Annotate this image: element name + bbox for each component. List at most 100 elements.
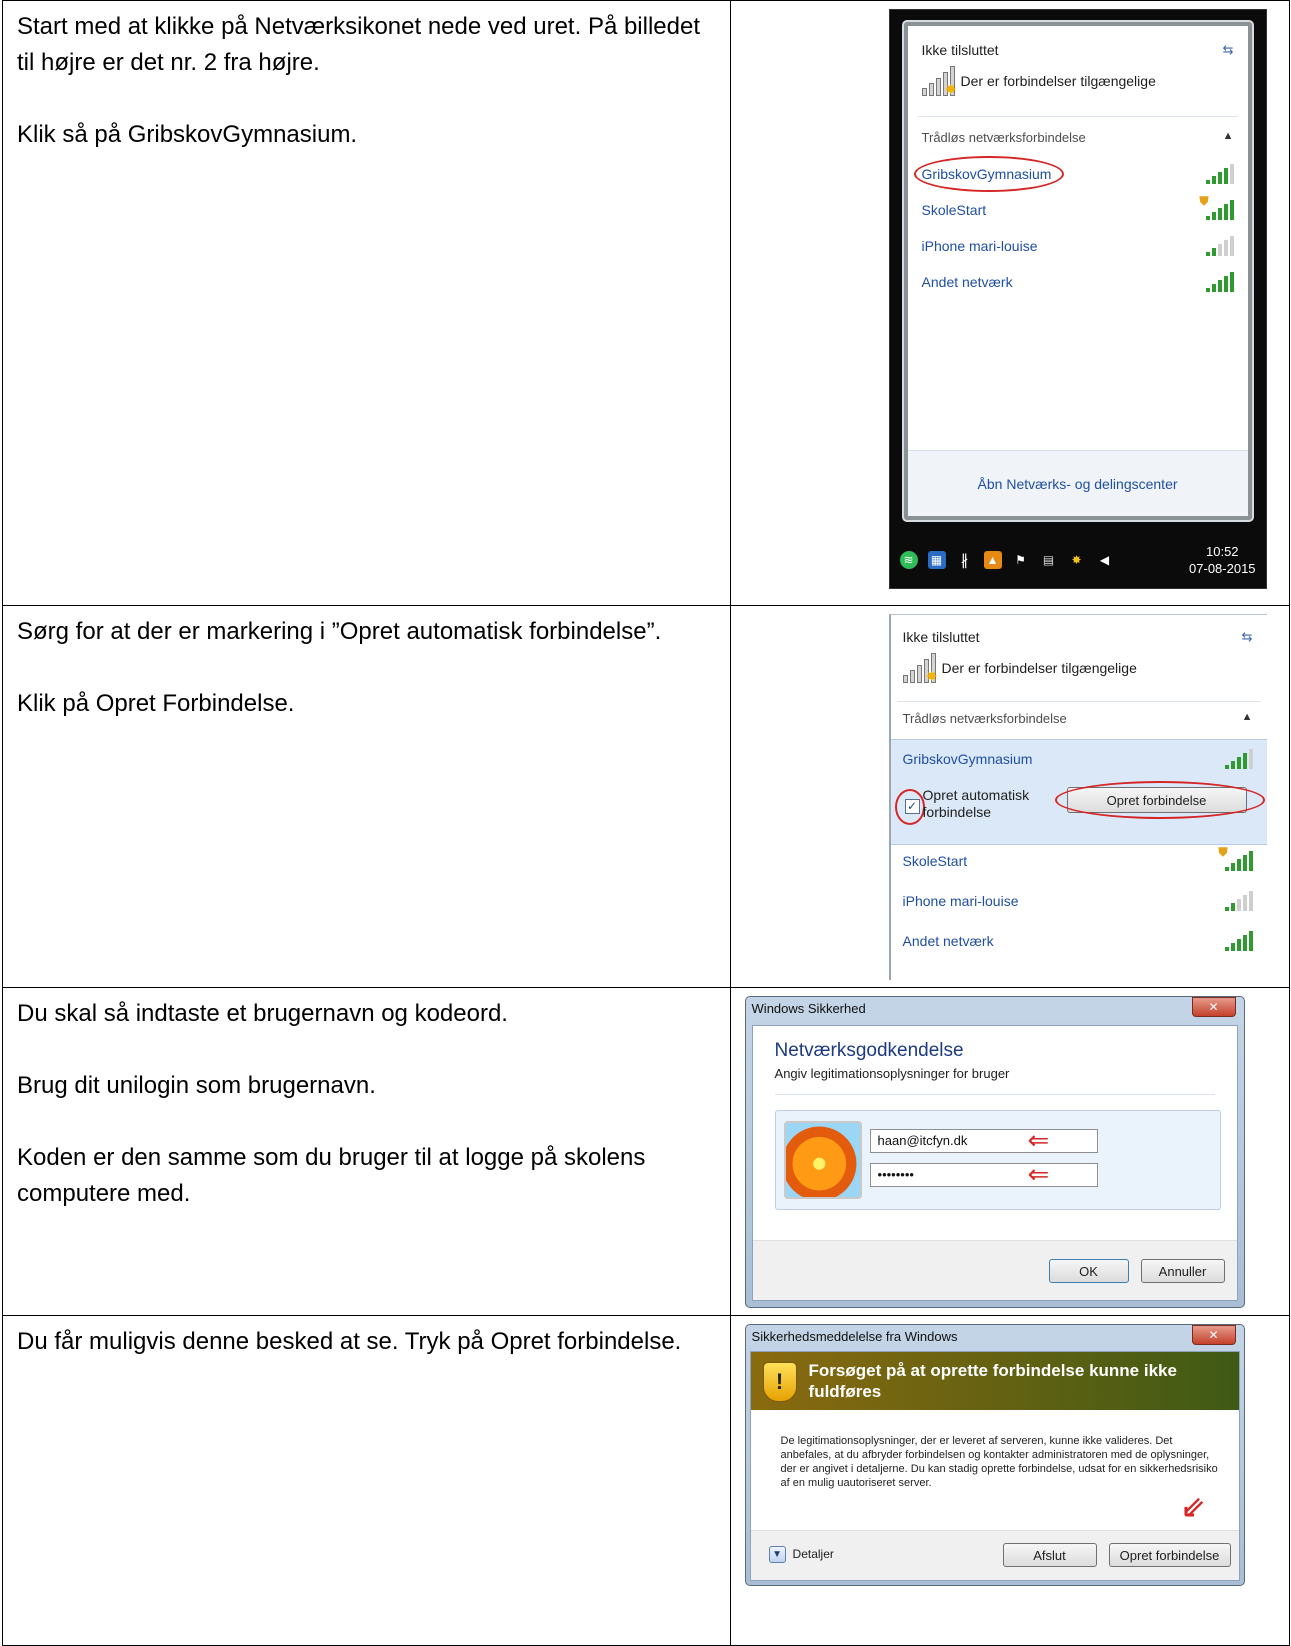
device-icon[interactable]: ▤ <box>1040 551 1058 569</box>
step-2-paragraph: Sørg for at der er markering i ”Opret au… <box>17 618 662 645</box>
action-center-flag-icon[interactable]: ⚑ <box>1012 551 1030 569</box>
cancel-button[interactable]: Annuller <box>1140 1259 1225 1283</box>
signal-strength-icon <box>1205 164 1234 184</box>
step-3-screenshot-cell: Windows Sikkerhed ✕ Netværksgodkendelse … <box>729 987 1291 1316</box>
step-2-paragraph <box>17 650 716 686</box>
refresh-network-icon[interactable]: ⇆ <box>1223 42 1234 58</box>
red-arrow-icon: ⇐ <box>1027 1125 1050 1155</box>
signal-strength-icon <box>1224 931 1253 951</box>
ok-button[interactable]: OK <box>1048 1259 1129 1283</box>
connect-anyway-button[interactable]: Opret forbindelse <box>1108 1543 1231 1567</box>
step-3-paragraph <box>17 1104 716 1140</box>
step-2-paragraph: Klik på Opret Forbindelse. <box>17 690 295 717</box>
highlight-circle <box>894 789 925 825</box>
warning-shield-icon: ! <box>762 1362 797 1402</box>
close-icon[interactable]: ✕ <box>1191 1325 1236 1345</box>
step-3-text: Du skal så indtaste et brugernavn og kod… <box>2 987 731 1316</box>
highlight-circle <box>913 156 1064 192</box>
step-3-paragraph: Brug dit unilogin som brugernavn. <box>17 1072 376 1099</box>
signal-strength-icon <box>1205 272 1234 292</box>
chevron-down-icon[interactable]: ▼ <box>768 1546 786 1563</box>
divider <box>896 701 1261 702</box>
exit-button[interactable]: Afslut <box>1002 1543 1097 1567</box>
step-1-paragraph: Start med at klikke på Netværksikonet ne… <box>17 13 701 76</box>
step-row-3: Du skal så indtaste et brugernavn og kod… <box>2 987 1291 1316</box>
flyout-window: Ikke tilsluttet ⇆ ✸ Der er forbindelser … <box>901 20 1254 522</box>
connect-panel-screenshot: Ikke tilsluttet ⇆ ✸ Der er forbindelser … <box>888 614 1267 980</box>
warning-heading: Forsøget på at oprette forbindelse kunne… <box>808 1361 1177 1401</box>
chevron-up-icon[interactable]: ▲ <box>1223 130 1234 142</box>
divider <box>917 116 1238 117</box>
taskbar: ≋ ▦ ∦ ▲ ⚑ ▤ ✸ ◀ 10:52 07-08-2015 <box>890 532 1266 588</box>
open-network-center-link[interactable]: Åbn Netværks- og delingscenter <box>978 476 1178 492</box>
instruction-table: Start med at klikke på Netværksikonet ne… <box>2 0 1291 1646</box>
secured-signal-icon: ⛊ <box>1200 194 1234 220</box>
security-icon[interactable]: ▲ <box>983 551 1002 569</box>
bluetooth-icon[interactable]: ∦ <box>956 551 974 569</box>
auto-connect-label: Opret automatisk forbindelse <box>922 787 1030 820</box>
step-3-paragraph <box>17 1032 716 1068</box>
wireless-section-header[interactable]: Trådløs netværksforbindelse ▲ <box>903 711 1253 726</box>
clock[interactable]: 10:52 07-08-2015 <box>1189 543 1256 577</box>
credential-tile: haan@itcfyn.dk ⇐ •••••••• ⇐ <box>774 1110 1221 1210</box>
details-label[interactable]: Detaljer <box>793 1547 834 1561</box>
available-connections: ✸ Der er forbindelser tilgængelige <box>921 66 1156 97</box>
step-row-1: Start med at klikke på Netværksikonet ne… <box>2 0 1291 606</box>
step-2-screenshot-cell: Ikke tilsluttet ⇆ ✸ Der er forbindelser … <box>729 605 1291 988</box>
wireless-section-label: Trådløs netværksforbindelse <box>921 130 1086 145</box>
step-row-4: Du får muligvis denne besked at se. Tryk… <box>2 1315 1291 1646</box>
dialog-button-row: OK Annuller <box>752 1240 1237 1300</box>
dialog-subtitle: Angiv legitimationsoplysninger for bruge… <box>774 1066 1010 1081</box>
step-1-text: Start med at klikke på Netværksikonet ne… <box>2 0 731 606</box>
step-4-screenshot-cell: Sikkerhedsmeddelelse fra Windows ✕ ! For… <box>729 1315 1291 1646</box>
network-flyout-screenshot: Ikke tilsluttet ⇆ ✸ Der er forbindelser … <box>888 9 1267 589</box>
signal-strength-icon <box>1224 749 1253 769</box>
network-status-icon: ✸ <box>921 66 957 97</box>
flyout-panel: Ikke tilsluttet ⇆ ✸ Der er forbindelser … <box>907 26 1248 516</box>
network-other[interactable]: Andet netværk <box>922 274 1013 290</box>
username-field[interactable]: haan@itcfyn.dk <box>869 1129 1098 1153</box>
network-gribskovgymnasium[interactable]: GribskovGymnasium <box>903 751 1033 767</box>
dialog-title: Netværksgodkendelse <box>774 1040 964 1061</box>
network-skolestart[interactable]: SkoleStart <box>903 853 968 869</box>
step-3-paragraph: Koden er den samme som du bruger til at … <box>17 1144 646 1207</box>
credentials-dialog-screenshot: Windows Sikkerhed ✕ Netværksgodkendelse … <box>744 996 1245 1308</box>
red-arrow-icon: ⇙ <box>1180 1491 1206 1524</box>
clock-time: 10:52 <box>1206 544 1239 559</box>
close-icon[interactable]: ✕ <box>1191 997 1236 1017</box>
wireless-section-header[interactable]: Trådløs netværksforbindelse ▲ <box>922 130 1234 145</box>
warning-banner: ! Forsøget på at oprette forbindelse kun… <box>750 1352 1239 1410</box>
signal-strength-icon <box>1224 891 1253 911</box>
dialog-window-title: Windows Sikkerhed <box>751 1001 866 1016</box>
shield-warning-icon: ⛊ <box>1199 194 1209 208</box>
shield-warning-icon: ⛊ <box>1218 845 1228 859</box>
network-tray-icon[interactable]: ✸ <box>1068 551 1086 569</box>
connection-status: Ikke tilsluttet <box>902 629 980 645</box>
app-tray-icon[interactable]: ▦ <box>927 551 946 569</box>
user-avatar-icon <box>783 1121 862 1199</box>
highlight-circle <box>1054 781 1265 819</box>
volume-icon[interactable]: ◀ <box>1096 551 1114 569</box>
refresh-network-icon[interactable]: ⇆ <box>1242 629 1253 645</box>
warning-message: De legitimationsoplysninger, der er leve… <box>780 1435 1218 1489</box>
available-connections-label: Der er forbindelser tilgængelige <box>941 660 1137 676</box>
spotify-icon[interactable]: ≋ <box>899 551 918 569</box>
available-connections-label: Der er forbindelser tilgængelige <box>960 73 1156 89</box>
network-iphone[interactable]: iPhone mari-louise <box>922 238 1038 254</box>
clock-date: 07-08-2015 <box>1189 561 1256 576</box>
network-iphone[interactable]: iPhone mari-louise <box>903 893 1019 909</box>
network-other[interactable]: Andet netværk <box>903 933 994 949</box>
network-status-icon: ✸ <box>902 653 938 684</box>
dialog-window-title: Sikkerhedsmeddelelse fra Windows <box>751 1329 958 1344</box>
network-skolestart[interactable]: SkoleStart <box>922 202 987 218</box>
dialog-body: Netværksgodkendelse Angiv legitimationso… <box>751 1025 1238 1301</box>
dialog-button-row: ▼ Detaljer Afslut Opret forbindelse <box>750 1530 1239 1580</box>
wireless-section-label: Trådløs netværksforbindelse <box>902 711 1067 726</box>
available-connections: ✸ Der er forbindelser tilgængelige <box>902 653 1137 684</box>
flyout-footer: Åbn Netværks- og delingscenter <box>907 450 1248 516</box>
password-field[interactable]: •••••••• <box>869 1163 1098 1187</box>
step-1-paragraph <box>17 81 716 117</box>
chevron-up-icon[interactable]: ▲ <box>1242 711 1253 723</box>
step-2-text: Sørg for at der er markering i ”Opret au… <box>2 605 731 988</box>
red-arrow-icon: ⇐ <box>1027 1159 1050 1189</box>
